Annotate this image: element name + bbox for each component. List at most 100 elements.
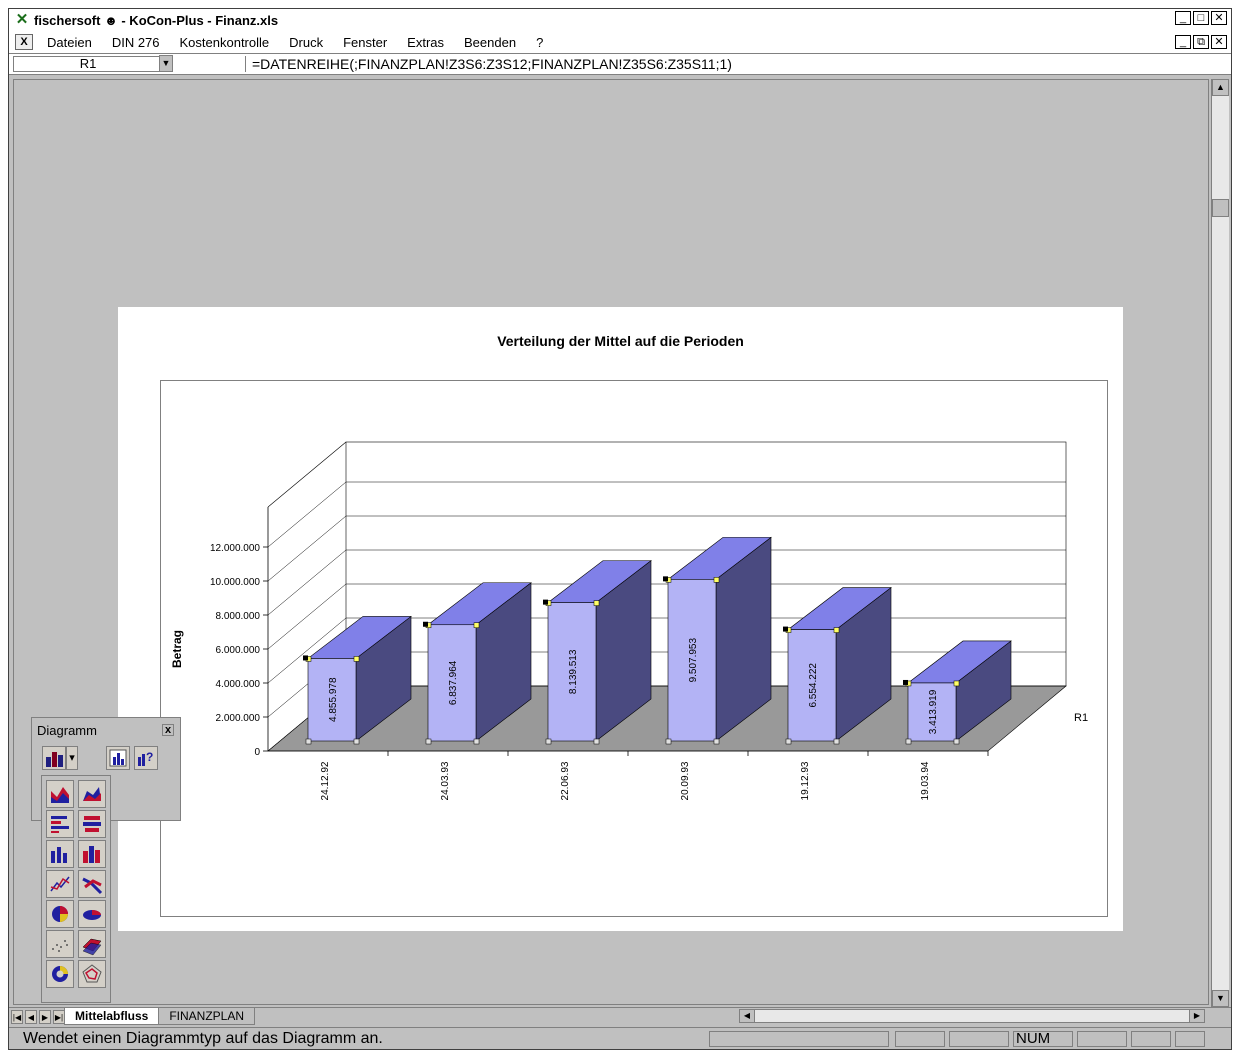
chart-wizard-button[interactable]: ? [134,746,158,770]
grid-diagonal [267,549,347,616]
area-chart-option[interactable] [46,780,74,808]
selection-handle [545,738,552,745]
doc-minimize-button[interactable]: _ [1175,35,1191,49]
scroll-thumb[interactable] [1212,199,1229,217]
scatter-chart-option[interactable] [46,930,74,958]
pie-chart-icon [52,906,68,922]
selection-handle-dark [663,576,668,582]
formula-input[interactable]: =DATENREIHE(;FINANZPLAN!Z3S6:Z3S12;FINAN… [245,56,1227,72]
status-bar: Wendet einen Diagrammtyp auf das Diagram… [9,1027,1231,1049]
menu-dateien[interactable]: Dateien [37,35,102,50]
maximize-button[interactable]: □ [1193,11,1209,25]
column-chart-icon [51,847,67,863]
menu-din276[interactable]: DIN 276 [102,35,170,50]
menu-kostenkontrolle[interactable]: Kostenkontrolle [170,35,280,50]
scroll-down-button[interactable]: ▼ [1212,990,1229,1007]
selection-handle [833,627,840,633]
x-tick-label: 24.03.93 [440,761,451,800]
data-label: 6.837.964 [448,660,459,705]
doughnut-chart-option[interactable] [46,960,74,988]
vertical-scrollbar[interactable]: ▲ ▼ [1211,79,1229,1007]
scatter-chart-icon [52,940,68,952]
3d-pie-chart-icon [83,910,101,920]
3d-area-chart-option[interactable] [78,780,106,808]
radar-chart-option[interactable] [78,960,106,988]
chart-type-dropdown[interactable]: ▾ [66,746,78,770]
status-panel-2 [895,1031,945,1047]
menu-beenden[interactable]: Beenden [454,35,526,50]
name-box[interactable]: R1 [13,56,163,72]
tab-mittelabfluss[interactable]: Mittelabfluss [64,1008,160,1025]
scroll-right-button[interactable]: ▶ [1189,1010,1204,1022]
selection-handle [713,577,720,583]
data-label: 3.413.919 [928,689,939,734]
doc-close-button[interactable]: ✕ [1211,35,1227,49]
3d-column-chart-option[interactable] [78,840,106,868]
document-icon[interactable]: X [15,34,33,50]
x-tick-label: 24.12.92 [320,761,331,800]
formula-bar: R1 ▼ =DATENREIHE(;FINANZPLAN!Z3S6:Z3S12;… [9,53,1231,75]
prev-sheet-button[interactable]: ◀ [25,1009,37,1024]
menu-druck[interactable]: Druck [279,35,333,50]
area-chart-icon [51,787,69,803]
selection-handle [593,738,600,745]
scroll-up-button[interactable]: ▲ [1212,79,1229,96]
data-label: 4.855.978 [328,677,339,722]
selection-handle [305,738,312,745]
default-chart-button[interactable] [106,746,130,770]
selection-handle-dark [543,599,548,605]
chart-type-button[interactable] [42,746,66,770]
y-tick-label: 12.000.000 [210,543,260,554]
status-panel-7 [1175,1031,1205,1047]
selection-handle [833,738,840,745]
x-tick-label: 19.03.94 [920,761,931,800]
selection-handle [713,738,720,745]
tab-finanzplan[interactable]: FINANZPLAN [158,1008,256,1025]
selection-handle [953,738,960,745]
3d-column-chart-icon [83,846,100,863]
menu-fenster[interactable]: Fenster [333,35,397,50]
selection-handle [665,738,672,745]
y-tick-label: 0 [254,747,260,758]
selection-handle-dark [783,626,788,632]
line-chart-option[interactable] [46,870,74,898]
menu-help[interactable]: ? [526,35,553,50]
3d-pie-chart-option[interactable] [78,900,106,928]
3d-line-chart-icon [82,877,103,895]
svg-text:?: ? [146,750,153,764]
window-title: fischersoft ☻ - KoCon-Plus - Finanz.xls [34,12,279,28]
plot-area[interactable]: 0 2.000.000 4.000.000 6.000.000 8.000.000 10.… [160,380,1108,917]
chart-svg: 0 2.000.000 4.000.000 6.000.000 8.000.000 10.… [170,441,1088,800]
menu-extras[interactable]: Extras [397,35,454,50]
chart-side-wall-top [267,441,347,508]
next-sheet-button[interactable]: ▶ [39,1009,51,1024]
3d-line-chart-option[interactable] [78,870,106,898]
doc-restore-button[interactable]: ⧉ [1193,35,1209,49]
chart-title: Verteilung der Mittel auf die Perioden [497,333,744,349]
excel-app-icon[interactable]: ✕ [13,12,31,28]
chart-type-palette [41,775,111,1003]
3d-surface-chart-option[interactable] [78,930,106,958]
bar-chart-option[interactable] [46,810,74,838]
document-window-controls: _ ⧉ ✕ [1175,35,1227,49]
name-box-dropdown[interactable]: ▼ [159,55,173,72]
column-chart-option[interactable] [46,840,74,868]
selection-handle [473,738,480,745]
selection-handle [953,680,960,687]
num-lock-indicator: NUM [1013,1031,1073,1047]
status-panel-6 [1131,1031,1171,1047]
minimize-button[interactable]: _ [1175,11,1191,25]
pie-chart-option[interactable] [46,900,74,928]
3d-bar-chart-option[interactable] [78,810,106,838]
selection-handle [785,738,792,745]
scroll-left-button[interactable]: ◀ [740,1010,755,1022]
first-sheet-button[interactable]: |◀ [11,1009,23,1024]
horizontal-scrollbar[interactable]: ◀ ▶ [739,1009,1205,1023]
chart-area[interactable]: Verteilung der Mittel auf die Perioden 0… [118,307,1123,931]
toolbar-close-button[interactable]: x [162,724,174,736]
doughnut-chart-icon [52,966,68,982]
x-tick-label: 22.06.93 [560,761,571,800]
x-tick-label: 19.12.93 [800,761,811,800]
y-tick-label: 8.000.000 [216,611,261,622]
close-button[interactable]: ✕ [1211,11,1227,25]
